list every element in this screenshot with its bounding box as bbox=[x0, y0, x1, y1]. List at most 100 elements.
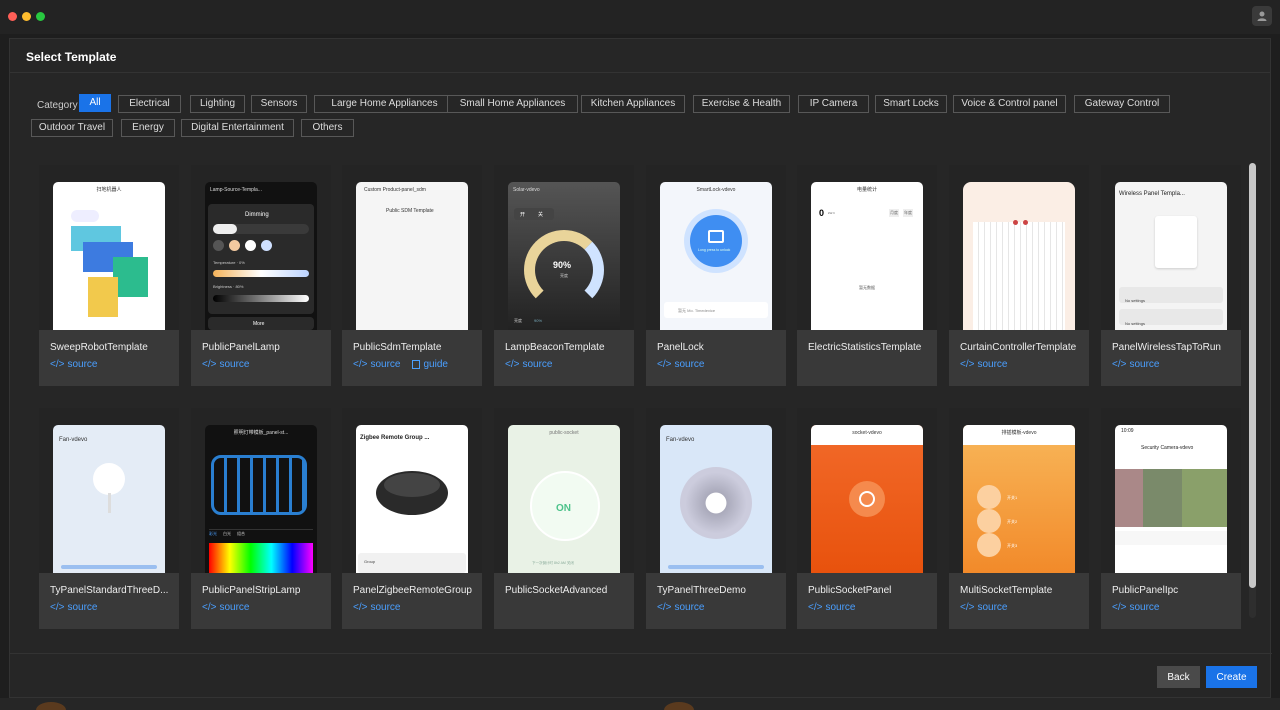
scrollbar-thumb[interactable] bbox=[1249, 163, 1256, 588]
preview-text: 年度 bbox=[903, 209, 913, 217]
code-icon: </> bbox=[960, 359, 975, 370]
category-chip[interactable]: Small Home Appliances bbox=[447, 95, 578, 113]
preview-text: 暂无 Mo. Timedevice bbox=[678, 308, 716, 313]
source-link-label: source bbox=[370, 602, 401, 613]
preview-text: Security Camera-vdevo bbox=[1141, 445, 1194, 451]
preview-text: Long press to unlock bbox=[698, 248, 731, 252]
category-chip[interactable]: IP Camera bbox=[798, 95, 869, 113]
background-app-strip bbox=[0, 698, 1280, 710]
template-name: PublicPanelIpc bbox=[1112, 585, 1179, 596]
category-chip[interactable]: Large Home Appliances bbox=[314, 95, 455, 113]
template-card[interactable]: 10:09 Security Camera-vdevo PublicPanelI… bbox=[1101, 408, 1241, 629]
code-icon: </> bbox=[353, 602, 368, 613]
category-chip[interactable]: Gateway Control bbox=[1074, 95, 1170, 113]
category-chip[interactable]: Exercise & Health bbox=[693, 95, 790, 113]
source-link[interactable]: </> source bbox=[50, 359, 97, 370]
preview-text: 亮度 bbox=[560, 273, 568, 278]
user-account-button[interactable] bbox=[1252, 6, 1272, 26]
category-chip[interactable]: Outdoor Travel bbox=[31, 119, 113, 137]
template-card[interactable]: 电量统计 0 kW·h 月度 年度 暂无数据 ElectricStatisticsT… bbox=[797, 165, 937, 386]
template-card[interactable]: SmartLock-vdevo Long press to unlock 暂无 … bbox=[646, 165, 786, 386]
source-link[interactable]: </> source bbox=[1112, 602, 1159, 613]
source-link[interactable]: </> source bbox=[353, 602, 400, 613]
preview-text: public-socket bbox=[549, 430, 579, 436]
template-name: MultiSocketTemplate bbox=[960, 585, 1053, 596]
template-links: </> source bbox=[808, 602, 855, 613]
create-button[interactable]: Create bbox=[1206, 666, 1257, 688]
close-window-button[interactable] bbox=[8, 12, 17, 21]
source-link[interactable]: </> source bbox=[505, 359, 552, 370]
source-link-label: source bbox=[67, 602, 98, 613]
template-preview bbox=[949, 165, 1089, 330]
preview-text: ON bbox=[556, 503, 571, 514]
template-links: </> source bbox=[50, 359, 97, 370]
template-links: </> source guide bbox=[353, 359, 448, 370]
code-icon: </> bbox=[808, 602, 823, 613]
template-links: </> source bbox=[202, 359, 249, 370]
template-links: </> source bbox=[1112, 602, 1159, 613]
category-chip[interactable]: Kitchen Appliances bbox=[581, 95, 685, 113]
template-card[interactable]: Zigbee Remote Group ... Group PanelZigbe… bbox=[342, 408, 482, 629]
source-link[interactable]: </> source bbox=[1112, 359, 1159, 370]
code-icon: </> bbox=[1112, 602, 1127, 613]
source-link-label: source bbox=[674, 359, 705, 370]
source-link[interactable]: </> source bbox=[202, 602, 249, 613]
template-card[interactable]: Lamp-Source-Templa... Dimming Temperatur… bbox=[191, 165, 331, 386]
template-card[interactable]: 排插模板-vdevo 开关1 开关2 开关3 MultiSocketTempla… bbox=[949, 408, 1089, 629]
source-link[interactable]: </> source bbox=[202, 359, 249, 370]
source-link[interactable]: </> source bbox=[960, 602, 1007, 613]
template-card[interactable]: Fan-vdevo TyPanelStandardThreeD... </> so… bbox=[39, 408, 179, 629]
template-preview: 10:09 Security Camera-vdevo bbox=[1101, 408, 1241, 573]
category-chip[interactable]: Electrical bbox=[118, 95, 181, 113]
template-card[interactable]: public-socket ON 下一次倒计时 8h2 AM 关闭 Public… bbox=[494, 408, 634, 629]
source-link[interactable]: </> source bbox=[353, 359, 400, 370]
template-card[interactable]: 扫地机器人 SweepRobotTemplate </> source bbox=[39, 165, 179, 386]
template-card[interactable]: socket-vdevo PublicSocketPanel </> source bbox=[797, 408, 937, 629]
preview-text: Group bbox=[364, 559, 376, 564]
preview-text: 90% bbox=[534, 318, 543, 323]
preview-text: Solar-vdevo bbox=[513, 187, 540, 193]
template-card[interactable]: Custom Product-panel_sdm Public SDM Temp… bbox=[342, 165, 482, 386]
template-card[interactable]: CurtainControllerTemplate </> source bbox=[949, 165, 1089, 386]
code-icon: </> bbox=[657, 602, 672, 613]
preview-text: 白光 bbox=[223, 531, 231, 536]
preview-text: No settings bbox=[1125, 298, 1146, 303]
category-chip[interactable]: Voice & Control panel bbox=[953, 95, 1066, 113]
code-icon: </> bbox=[50, 602, 65, 613]
minimize-window-button[interactable] bbox=[22, 12, 31, 21]
category-chip[interactable]: Digital Entertainment bbox=[181, 119, 294, 137]
category-chip[interactable]: All bbox=[79, 94, 111, 112]
preview-text: Fan-vdevo bbox=[666, 437, 695, 443]
template-card[interactable]: 照明灯带模板_panel-st... 彩光 白光 组合 PublicPanelStr… bbox=[191, 408, 331, 629]
guide-link[interactable]: guide bbox=[412, 359, 448, 370]
template-preview: SmartLock-vdevo Long press to unlock 暂无 … bbox=[646, 165, 786, 330]
template-card[interactable]: Fan-vdevo TyPanelThreeDemo </> source bbox=[646, 408, 786, 629]
category-label: Category bbox=[37, 100, 78, 111]
template-links: </> source bbox=[657, 602, 704, 613]
source-link[interactable]: </> source bbox=[657, 359, 704, 370]
source-link-label: source bbox=[674, 602, 705, 613]
category-chip[interactable]: Energy bbox=[121, 119, 175, 137]
preview-text: 下一次倒计时 8h2 AM 关闭 bbox=[532, 561, 574, 565]
preview-text: 照明灯带模板_panel-st... bbox=[233, 430, 289, 436]
source-link[interactable]: </> source bbox=[50, 602, 97, 613]
preview-text: Brightness · 80% bbox=[213, 284, 244, 289]
category-chip[interactable]: Sensors bbox=[251, 95, 307, 113]
template-name: CurtainControllerTemplate bbox=[960, 342, 1077, 353]
template-card[interactable]: Solar-vdevo 开 关 90% 亮度 亮度 90% LampBeaconTe… bbox=[494, 165, 634, 386]
source-link-label: source bbox=[977, 359, 1008, 370]
category-chip[interactable]: Others bbox=[301, 119, 354, 137]
zoom-window-button[interactable] bbox=[36, 12, 45, 21]
preview-text: 0 bbox=[819, 208, 825, 218]
preview-text: 亮度 bbox=[514, 318, 522, 323]
source-link[interactable]: </> source bbox=[657, 602, 704, 613]
source-link[interactable]: </> source bbox=[960, 359, 1007, 370]
category-chip[interactable]: Lighting bbox=[190, 95, 245, 113]
preview-text: SmartLock-vdevo bbox=[696, 187, 736, 193]
code-icon: </> bbox=[353, 359, 368, 370]
source-link[interactable]: </> source bbox=[808, 602, 855, 613]
back-button[interactable]: Back bbox=[1157, 666, 1200, 688]
category-chip[interactable]: Smart Locks bbox=[875, 95, 947, 113]
template-links: </> source bbox=[353, 602, 400, 613]
template-card[interactable]: Wireless Panel Templa... No settings No … bbox=[1101, 165, 1241, 386]
